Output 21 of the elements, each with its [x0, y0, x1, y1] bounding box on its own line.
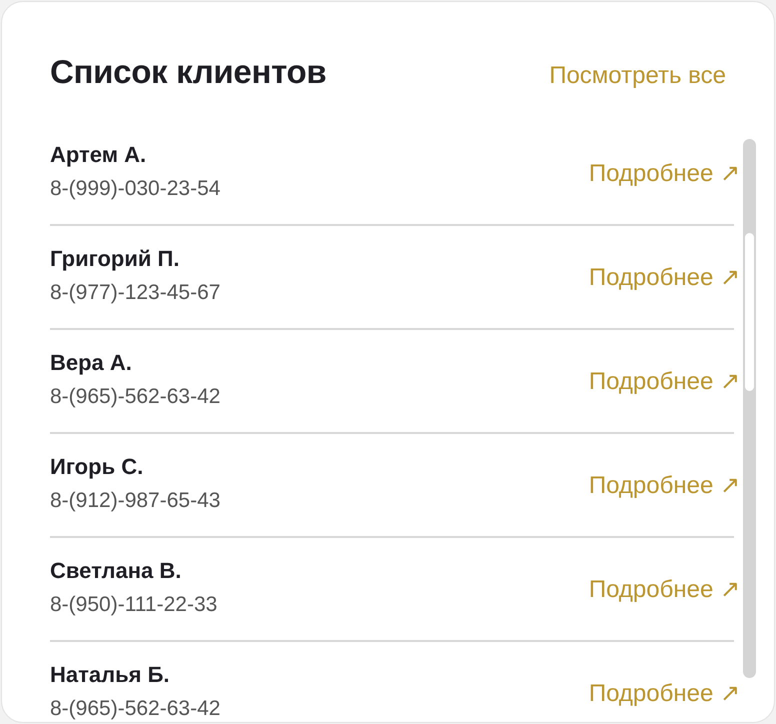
client-phone: 8-(999)-030-23-54: [50, 176, 220, 202]
details-link[interactable]: Подробнее ↗: [588, 572, 740, 608]
client-name: Григорий П.: [50, 245, 180, 273]
client-name: Наталья Б.: [50, 661, 171, 689]
client-phone: 8-(965)-562-63-42: [50, 696, 220, 722]
client-phone: 8-(912)-987-65-43: [50, 488, 220, 514]
view-all-link[interactable]: Посмотреть все: [549, 52, 726, 94]
client-phone: 8-(965)-562-63-42: [50, 384, 220, 410]
client-phone: 8-(950)-111-22-33: [50, 592, 218, 618]
details-link[interactable]: Подробнее ↗: [588, 364, 740, 400]
card-title: Список клиентов: [50, 52, 326, 92]
details-link[interactable]: Подробнее ↗: [588, 468, 740, 504]
details-link[interactable]: Подробнее ↗: [588, 156, 740, 192]
client-phone: 8-(977)-123-45-67: [50, 280, 220, 306]
scrollbar[interactable]: [743, 139, 756, 678]
client-name: Вера А.: [50, 349, 133, 377]
client-name: Игорь С.: [50, 453, 144, 481]
client-name: Светлана В.: [50, 557, 182, 585]
details-link[interactable]: Подробнее ↗: [588, 260, 740, 296]
details-link[interactable]: Подробнее ↗: [588, 676, 740, 712]
client-name: Артем А.: [50, 141, 148, 169]
